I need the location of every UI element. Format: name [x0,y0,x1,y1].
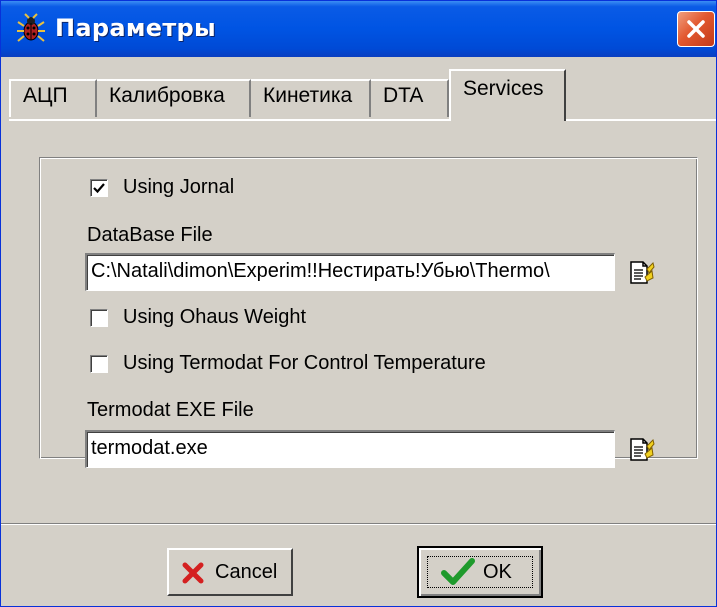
parameters-dialog: Параметры АЦП Калибровка Кинетика DTA Se… [0,0,717,607]
tab-strip-edge [566,119,716,121]
database-file-input[interactable]: C:\Natali\dimon\Experim!!Нестирать!Убью\… [85,253,615,291]
using-ohaus-label: Using Ohaus Weight [123,306,307,328]
ok-button[interactable]: OK [417,546,543,598]
tab-strip-edge [9,119,449,121]
database-file-label: DataBase File [87,224,213,246]
checkmark-icon [93,183,105,194]
using-ohaus-checkbox[interactable] [90,309,108,327]
cancel-button[interactable]: Cancel [167,548,293,596]
document-browse-icon[interactable] [627,259,655,287]
termodat-exe-input[interactable]: termodat.exe [85,430,615,468]
tab-services[interactable]: Services [449,69,566,121]
separator [1,524,716,525]
using-termodat-label: Using Termodat For Control Temperature [123,352,486,374]
tab-dta[interactable]: DTA [371,79,449,117]
termodat-exe-label: Termodat EXE File [87,399,254,421]
using-journal-checkbox[interactable] [90,179,108,197]
ok-label: OK [483,561,512,583]
document-browse-icon[interactable] [627,436,655,464]
cancel-label: Cancel [215,561,278,583]
title-bar[interactable]: Параметры [1,1,716,57]
tab-adc[interactable]: АЦП [9,79,97,117]
using-termodat-checkbox[interactable] [90,355,108,373]
window-title: Параметры [55,14,217,42]
red-x-icon [182,562,204,584]
close-icon [687,20,705,38]
green-check-icon [441,558,475,585]
tab-kinetics[interactable]: Кинетика [251,79,371,117]
bug-icon [15,13,47,45]
close-button[interactable] [677,11,715,47]
tab-calibration[interactable]: Калибровка [97,79,251,117]
using-journal-label: Using Jornal [123,176,235,198]
